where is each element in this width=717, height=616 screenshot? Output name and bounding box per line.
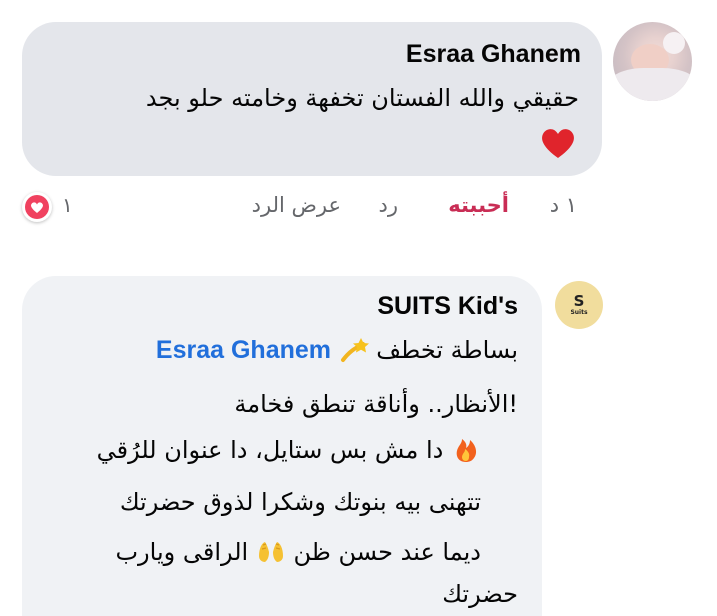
avatar-logo-letter: S (573, 292, 585, 310)
comment-text-line: دا مش بس ستايل، دا عنوان للرُقي (97, 434, 481, 464)
red-heart-icon (542, 129, 574, 158)
comment-text-segment: بساطة تخطف (376, 336, 518, 364)
love-reaction-icon[interactable] (22, 192, 52, 222)
commenter-avatar[interactable] (613, 22, 692, 101)
comment-text-line: !الأنظار.. وأناقة تنطق فخامة (234, 390, 518, 418)
shooting-star-icon (340, 338, 369, 362)
fire-icon (456, 439, 477, 462)
comment-author[interactable]: SUITS Kid's (377, 292, 518, 321)
comment-text-segment: ديما عند حسن ظن (293, 538, 482, 566)
comment-text-line: حضرتك (442, 580, 518, 608)
avatar-photo-detail (663, 32, 685, 54)
page-avatar[interactable]: S Suits (555, 281, 603, 329)
raising-hands-icon (258, 542, 283, 562)
comment-text-line: بساطة تخطف Esraa Ghanem (156, 334, 518, 365)
reply-button[interactable]: رد (379, 193, 399, 217)
avatar-logo-caption: Suits (570, 309, 588, 316)
heart-icon (31, 201, 43, 213)
comment-text-line: تتهنى بيه بنوتك وشكرا لذوق حضرتك (119, 488, 481, 516)
love-reaction-background (25, 195, 49, 219)
comment-text-segment: دا مش بس ستايل، دا عنوان للرُقي (96, 436, 444, 464)
reaction-count[interactable]: ١ (62, 193, 73, 217)
user-mention-link[interactable]: Esraa Ghanem (156, 336, 331, 364)
like-button[interactable]: أحببته (448, 193, 509, 217)
comment-text-line: ديما عند حسن ظن الراقى ويارب (115, 536, 481, 566)
view-reply-link[interactable]: عرض الرد (252, 193, 341, 217)
comment-timestamp[interactable]: ١ د (550, 193, 577, 217)
comment-author[interactable]: Esraa Ghanem (406, 40, 581, 69)
avatar-photo-detail (613, 68, 692, 101)
comment-text-segment: الراقى ويارب (115, 538, 249, 566)
comment-text: حقيقي والله الفستان تخفهة وخامته حلو بجد (145, 84, 579, 112)
